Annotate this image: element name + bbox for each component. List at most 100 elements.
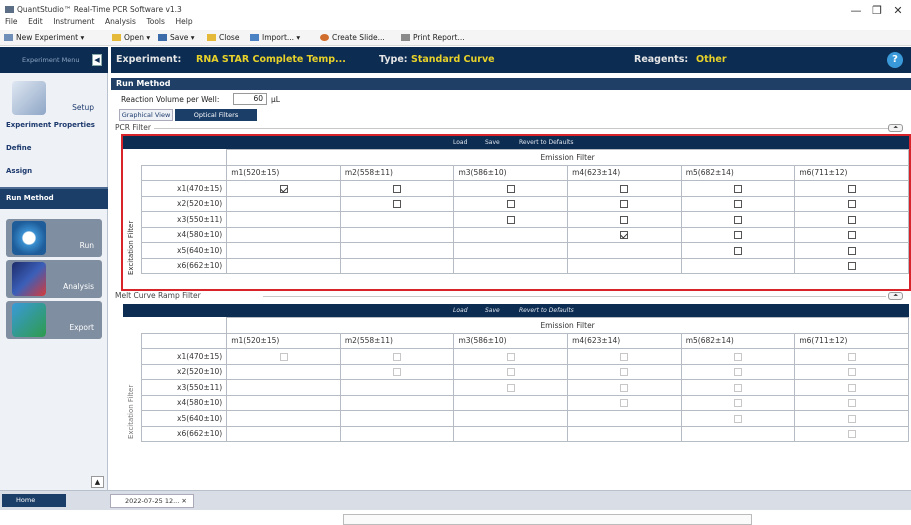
close-button[interactable]: Close xyxy=(207,33,239,42)
filter-cell xyxy=(226,425,341,442)
print-report-button[interactable]: Print Report... xyxy=(401,33,465,42)
sidebar: Experiment Menu ◀ Setup Experiment Prope… xyxy=(0,47,108,490)
filter-cell xyxy=(680,410,796,427)
menu-analysis[interactable]: Analysis xyxy=(105,17,136,26)
filter-checkbox xyxy=(506,352,515,361)
column-header: m5(682±14) xyxy=(680,332,796,349)
row-header: x2(520±10) xyxy=(140,363,228,380)
filter-checkbox xyxy=(734,399,743,408)
pcr-filter-divider xyxy=(151,128,896,129)
minimize-button[interactable]: — xyxy=(848,4,864,17)
sidebar-item-experiment-properties[interactable]: Experiment Properties xyxy=(6,121,95,129)
table-row: x3(550±11) xyxy=(140,379,909,396)
experiment-menu-bar: Experiment Menu ◀ xyxy=(0,47,108,73)
type-label: Type: xyxy=(379,54,408,65)
filter-cell xyxy=(680,363,796,380)
filter-cell xyxy=(794,363,909,380)
reagents-value: Other xyxy=(696,54,727,65)
filter-checkbox xyxy=(847,383,856,392)
run-nav-button[interactable]: Run xyxy=(6,219,102,257)
filter-checkbox xyxy=(393,368,402,377)
filter-cell xyxy=(680,394,796,411)
analysis-chart-icon xyxy=(12,262,46,296)
new-experiment-button[interactable]: New Experiment ▾ xyxy=(4,33,84,42)
filter-cell xyxy=(794,394,909,411)
filter-cell xyxy=(567,348,682,365)
row-header: x3(550±11) xyxy=(140,379,228,396)
experiment-menu-label: Experiment Menu xyxy=(22,56,80,64)
filter-checkbox xyxy=(734,368,743,377)
save-button[interactable]: Save ▾ xyxy=(158,33,195,42)
filter-checkbox xyxy=(847,368,856,377)
setup-icon xyxy=(12,81,46,115)
filter-checkbox xyxy=(847,399,856,408)
row-header: x6(662±10) xyxy=(140,425,228,442)
filter-cell xyxy=(794,379,909,396)
slide-icon xyxy=(320,34,329,41)
menu-file[interactable]: File xyxy=(5,17,18,26)
melt-filter-collapse-button[interactable]: ⏶ xyxy=(888,292,903,300)
analysis-nav-button[interactable]: Analysis xyxy=(6,260,102,298)
filter-checkbox xyxy=(393,352,402,361)
row-header: x4(580±10) xyxy=(140,394,228,411)
scroll-up-button[interactable]: ▲ xyxy=(91,476,104,488)
filter-checkbox xyxy=(620,352,629,361)
filter-cell xyxy=(680,379,796,396)
filter-cell xyxy=(339,379,455,396)
pcr-filter-label: PCR Filter xyxy=(115,123,154,132)
filter-checkbox xyxy=(847,352,856,361)
app-icon xyxy=(5,6,14,13)
melt-filter-label: Melt Curve Ramp Filter xyxy=(115,291,204,300)
tab-graphical-view[interactable]: Graphical View xyxy=(119,109,173,121)
create-slide-button[interactable]: Create Slide... xyxy=(320,33,385,42)
tab-optical-filters[interactable]: Optical Filters xyxy=(175,109,257,121)
reagents-label: Reagents: xyxy=(634,54,689,65)
home-tab[interactable]: Home xyxy=(2,494,66,507)
pcr-filter-collapse-button[interactable]: ⏶ xyxy=(888,124,903,132)
import-button[interactable]: Import... ▾ xyxy=(250,33,300,42)
open-button[interactable]: Open ▾ xyxy=(112,33,150,42)
filter-cell xyxy=(226,394,341,411)
filter-cell xyxy=(453,394,569,411)
filter-checkbox xyxy=(734,414,743,423)
sidebar-item-assign[interactable]: Assign xyxy=(6,167,32,175)
menu-instrument[interactable]: Instrument xyxy=(53,17,94,26)
filter-cell xyxy=(567,379,682,396)
melt-filter-action-bar: Load Save Revert to Defaults xyxy=(123,304,909,317)
filter-cell xyxy=(339,394,455,411)
menu-help[interactable]: Help xyxy=(175,17,192,26)
filter-cell xyxy=(339,348,455,365)
setup-nav-button[interactable]: Setup xyxy=(6,79,102,117)
filter-cell xyxy=(339,363,455,380)
close-window-button[interactable]: ✕ xyxy=(890,4,906,17)
filter-cell xyxy=(453,348,569,365)
filter-cell xyxy=(339,410,455,427)
filter-cell xyxy=(226,379,341,396)
maximize-button[interactable]: ❐ xyxy=(869,4,885,17)
sidebar-item-define[interactable]: Define xyxy=(6,144,31,152)
table-row: x4(580±10) xyxy=(140,394,909,411)
melt-load-button[interactable]: Load xyxy=(453,307,468,314)
melt-save-button[interactable]: Save xyxy=(485,307,500,314)
melt-filter-table: Emission Filter m1(520±15) m2(558±11) m3(5… xyxy=(140,317,909,442)
save-icon xyxy=(158,34,167,41)
menu-tools[interactable]: Tools xyxy=(146,17,164,26)
column-header: m1(520±15) xyxy=(226,332,341,349)
import-icon xyxy=(250,34,259,41)
collapse-sidebar-button[interactable]: ◀ xyxy=(92,54,102,66)
filter-checkbox xyxy=(734,383,743,392)
document-tab[interactable]: 2022-07-25 12... ✕ xyxy=(110,494,194,508)
filter-checkbox xyxy=(506,368,515,377)
menu-edit[interactable]: Edit xyxy=(28,17,43,26)
export-nav-button[interactable]: Export xyxy=(6,301,102,339)
reaction-volume-label: Reaction Volume per Well: xyxy=(121,95,220,104)
filter-checkbox xyxy=(847,430,856,439)
reaction-volume-input[interactable]: 60 xyxy=(233,93,267,105)
reaction-volume-unit: μL xyxy=(271,95,280,104)
melt-revert-button[interactable]: Revert to Defaults xyxy=(519,307,574,314)
sidebar-item-run-method[interactable]: Run Method xyxy=(0,187,108,209)
filter-cell xyxy=(453,425,569,442)
column-header: m2(558±11) xyxy=(339,332,455,349)
filter-cell xyxy=(567,363,682,380)
help-icon[interactable]: ? xyxy=(887,52,903,68)
